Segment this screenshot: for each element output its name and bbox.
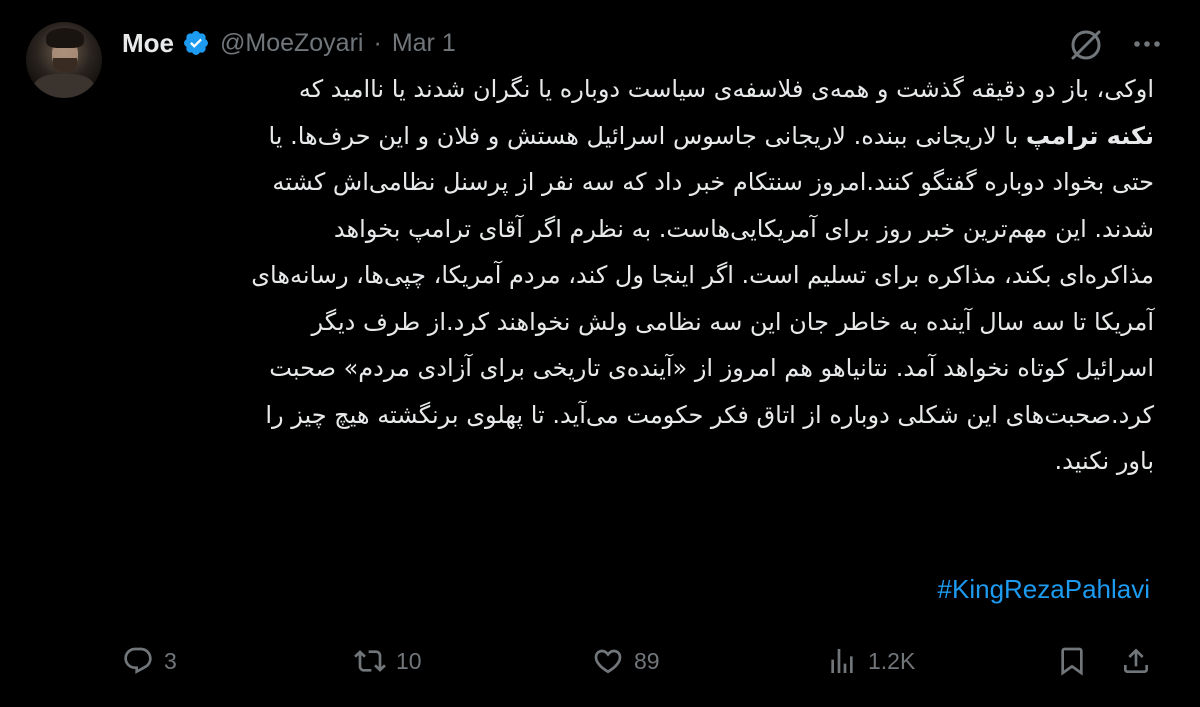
share-button[interactable] [1120, 645, 1152, 677]
repost-icon [354, 650, 386, 672]
hashtag-link[interactable]: #KingRezaPahlavi [938, 574, 1150, 605]
views-count: 1.2K [868, 647, 916, 674]
like-icon [594, 649, 622, 674]
tweet-line: کرد.صحبت‌های این شکلی دوباره از اتاق فکر… [265, 400, 1154, 429]
views-icon [831, 649, 853, 673]
bookmark-button[interactable] [1056, 645, 1088, 677]
tweet-line: شدند. این مهم‌ترین خبر روز برای آمریکایی… [333, 214, 1154, 243]
reply-button[interactable]: 3 [122, 645, 177, 677]
tweet-line: باور نکنید. [1054, 447, 1154, 475]
separator-dot: · [373, 28, 382, 57]
share-icon [1124, 648, 1148, 673]
avatar-beard [53, 58, 77, 72]
tweet-line: نکنه ترامپ با لاریجانی ببنده. لاریجانی ج… [122, 113, 1154, 160]
tweet-text: اوکی، باز دو دقیقه گذشت و همه‌ی فلاسفه‌ی… [122, 66, 1154, 485]
like-button[interactable]: 89 [592, 645, 660, 677]
tweet-header: Moe @MoeZoyari · Mar 1 [122, 26, 456, 60]
verified-badge-icon[interactable] [182, 29, 210, 57]
tweet-line: حتی بخواد دوباره گفتگو کنند.امروز سنتکام… [272, 168, 1154, 196]
top-actions [1066, 24, 1164, 64]
avatar[interactable] [26, 22, 102, 98]
views-button[interactable]: 1.2K [826, 645, 915, 677]
tweet-line: مذاکره‌ای بکند، مذاکره برای تسلیم است. ا… [251, 261, 1154, 289]
action-bar: 3 10 89 1.2K [122, 645, 1162, 685]
tweet-line: اوکی، باز دو دقیقه گذشت و همه‌ی فلاسفه‌ی… [298, 75, 1154, 103]
more-icon[interactable] [1130, 27, 1164, 61]
tweet-date[interactable]: Mar 1 [392, 29, 456, 58]
repost-button[interactable]: 10 [354, 645, 422, 677]
repost-count: 10 [396, 647, 422, 674]
reply-count: 3 [164, 647, 177, 674]
mention-bold: نکنه ترامپ [1025, 121, 1154, 150]
tweet-line: آمریکا تا سه سال آینده به خاطر جان این س… [311, 307, 1154, 336]
tweet-line: اسرائیل کوتاه نخواهد آمد. نتانیاهو هم ام… [269, 354, 1154, 382]
reply-icon [124, 647, 152, 674]
bookmark-icon [1061, 647, 1083, 676]
author-handle[interactable]: @MoeZoyari [220, 29, 363, 58]
tweet-line-rest: با لاریجانی ببنده. لاریجانی جاسوس اسرائی… [268, 121, 1026, 150]
like-count: 89 [634, 647, 660, 674]
grok-icon[interactable] [1066, 24, 1106, 64]
tweet: Moe @MoeZoyari · Mar 1 اوکی، باز دو دقیق… [0, 0, 1200, 707]
author-name[interactable]: Moe [122, 28, 174, 59]
avatar-hair [46, 28, 84, 48]
avatar-shirt [34, 74, 94, 98]
